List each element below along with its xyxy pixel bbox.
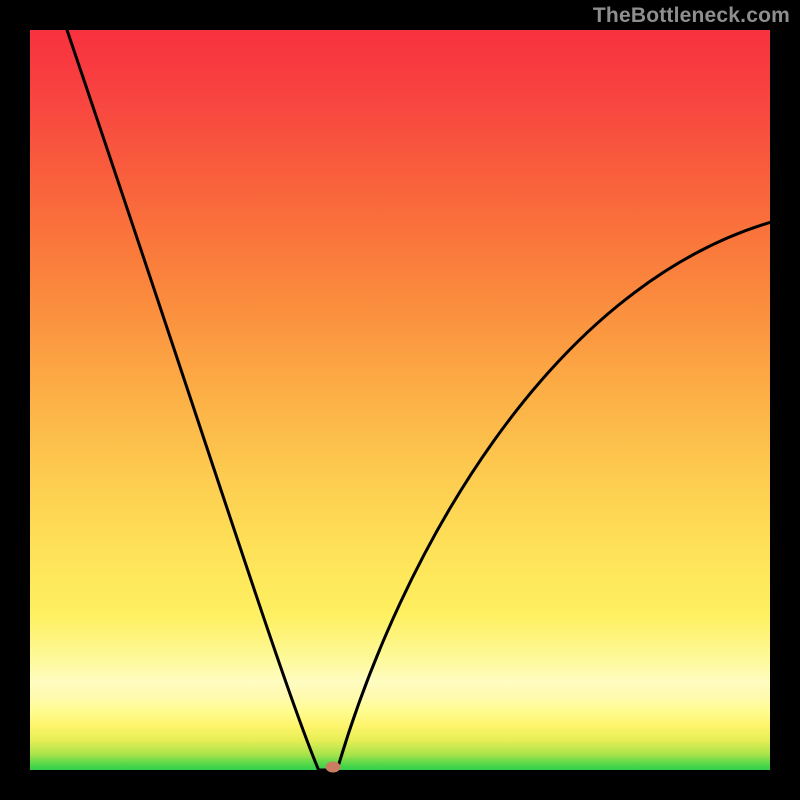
- bottleneck-point-marker: [326, 762, 341, 773]
- attribution-label: TheBottleneck.com: [593, 4, 790, 28]
- curve-layer: [30, 30, 770, 770]
- bottleneck-curve: [67, 30, 770, 770]
- chart-stage: TheBottleneck.com: [0, 0, 800, 800]
- plot-area: [30, 30, 770, 770]
